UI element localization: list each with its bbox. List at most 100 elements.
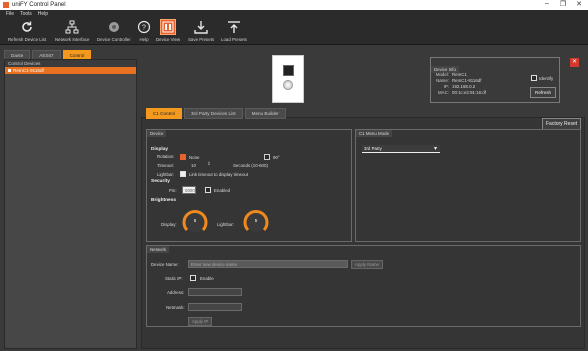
link-timeout-checkbox[interactable] <box>180 171 186 177</box>
seconds-label: Seconds (10-600) <box>233 163 268 168</box>
pin-enabled-label: Enabled <box>214 188 231 193</box>
address-input[interactable] <box>188 288 242 296</box>
toolbar-label: Save Presets <box>188 37 215 42</box>
security-heading: Security <box>151 179 170 184</box>
info-row: IP: 192.168.0.2 <box>443 84 476 89</box>
close-button[interactable]: ✕ <box>572 0 586 8</box>
apply-ip-button[interactable]: Apply IP <box>188 317 213 326</box>
info-row: Model: RemC1 <box>435 72 467 77</box>
refresh-device-list-button[interactable]: Refresh Device List <box>8 19 46 42</box>
display-brightness-label: Display: <box>161 222 177 227</box>
menu-tools[interactable]: Tools <box>20 11 32 17</box>
save-icon <box>193 19 209 35</box>
load-presets-button[interactable]: Load Presets <box>221 19 247 42</box>
brightness-heading: Brightness <box>151 198 177 203</box>
app-window: uniFY Control Panel – ❐ ✕ File Tools Hel… <box>0 0 588 351</box>
center-tabs: C1 Control 3rd Party Devices List Menu B… <box>146 108 286 119</box>
toolbar-label: Network Interface <box>55 37 90 42</box>
lightbar-brightness-value: 5 <box>254 218 258 223</box>
menu-mode-select[interactable]: 3rd Party ▾ <box>362 145 440 153</box>
menu-mode-value: 3rd Party <box>364 146 382 151</box>
toolbar-label: Device Controller <box>97 37 131 42</box>
device-name-input[interactable]: Enter new device name <box>188 260 348 268</box>
save-presets-button[interactable]: Save Presets <box>188 19 214 42</box>
maximize-button[interactable]: ❐ <box>556 0 570 8</box>
info-row: Name: RemC1-9116df <box>436 78 482 83</box>
timeout-value[interactable]: 10 <box>191 163 196 168</box>
tab-c1-control[interactable]: C1 Control <box>146 108 182 119</box>
toolbar-label: Help <box>139 37 149 42</box>
device-knob <box>283 80 293 90</box>
identify-label: Identify <box>539 75 554 81</box>
tab-menu-builder[interactable]: Menu Builder <box>244 108 286 119</box>
help-icon: ? <box>136 19 152 35</box>
window-title: uniFY Control Panel <box>12 2 66 8</box>
checkbox-box <box>531 75 537 81</box>
apply-name-button[interactable]: Apply Name <box>351 260 383 269</box>
identify-checkbox[interactable]: Identify <box>531 75 553 81</box>
title-bar: uniFY Control Panel – ❐ ✕ <box>0 0 588 10</box>
refresh-icon <box>19 19 35 35</box>
display-brightness-value: 5 <box>193 218 197 223</box>
static-ip-enable-label: Enable <box>200 276 214 281</box>
device-icon <box>8 69 11 72</box>
network-icon <box>64 19 80 35</box>
menu-mode-section: C1 Menu Mode 3rd Party ▾ <box>355 129 581 242</box>
device-list-item-label: RemC1-9116df <box>13 68 44 73</box>
pin-field[interactable]: 0000 <box>182 186 196 194</box>
network-interface-button[interactable]: Network Interface <box>55 19 89 42</box>
pin-enabled-checkbox[interactable] <box>205 187 211 193</box>
device-section-header: Device <box>147 130 167 137</box>
link-timeout-label: Link timeout to display timeout <box>189 172 249 177</box>
static-ip-checkbox[interactable] <box>190 275 196 281</box>
device-info-panel: Device Info Model: RemC1 Name: RemC1-9116d… <box>430 57 560 103</box>
lightbar-brightness-knob[interactable]: 5 <box>241 207 271 237</box>
list-item[interactable]: RemC1-9116df <box>5 67 136 74</box>
pin-label: Pin: <box>169 188 177 193</box>
menu-mode-header: C1 Menu Mode <box>356 130 393 137</box>
timeout-stepper-icon[interactable]: ⇳ <box>207 161 211 167</box>
device-view-button[interactable]: Device View <box>156 19 180 42</box>
static-ip-label: Static IP: <box>165 276 183 281</box>
timeout-label: Timeout: <box>157 163 174 168</box>
device-controller-button[interactable]: Device Controller <box>97 19 131 42</box>
menu-bar: File Tools Help <box>0 10 588 18</box>
tab-3rd-party-devices[interactable]: 3rd Party Devices List <box>183 108 243 119</box>
network-section: Network Device Name: Enter new device na… <box>146 245 581 327</box>
toolbar-label: Load Presets <box>221 37 247 42</box>
rotation-none-radio[interactable] <box>180 154 186 160</box>
toolbar-label: Refresh Device List <box>8 37 47 42</box>
device-list-panel: Control Devices RemC1-9116df <box>4 59 137 349</box>
device-view-icon <box>160 19 177 35</box>
chevron-down-icon: ▾ <box>433 146 437 152</box>
display-heading: Display <box>151 147 169 152</box>
svg-text:?: ? <box>142 25 146 32</box>
refresh-button[interactable]: Refresh <box>530 87 557 98</box>
lightbar-brightness-label: Lightbar: <box>217 222 235 227</box>
toolbar: Refresh Device List Network Interface De… <box>0 18 588 45</box>
netmask-label: Netmask: <box>166 305 185 310</box>
toolbar-label: Device View <box>156 37 181 42</box>
help-button[interactable]: ? Help <box>136 19 152 42</box>
device-name-label: Device Name: <box>151 262 179 267</box>
rotation-label: Rotation: <box>157 154 175 159</box>
menu-file[interactable]: File <box>6 11 14 17</box>
display-brightness-knob[interactable]: 5 <box>180 207 210 237</box>
minimize-button[interactable]: – <box>540 0 554 7</box>
info-row: MAC: 00:1c:e2:91:16:df <box>438 90 486 95</box>
rotation-90-radio[interactable] <box>264 154 270 160</box>
load-icon <box>226 19 242 35</box>
netmask-input[interactable] <box>188 303 242 311</box>
network-header: Network <box>147 246 170 253</box>
close-panel-icon[interactable]: ✕ <box>570 58 579 67</box>
device-section: Device Display Rotation: None 90° Timeou… <box>146 129 352 242</box>
device-screen <box>282 65 294 76</box>
rotation-90-label: 90° <box>273 155 280 160</box>
address-label: Address: <box>167 290 185 295</box>
device-image <box>272 55 304 103</box>
controller-icon <box>106 19 122 35</box>
lightbar-label: Lightbar: <box>157 172 175 177</box>
app-icon <box>3 2 9 8</box>
rotation-none-label: None <box>189 155 200 160</box>
menu-help[interactable]: Help <box>38 11 48 17</box>
